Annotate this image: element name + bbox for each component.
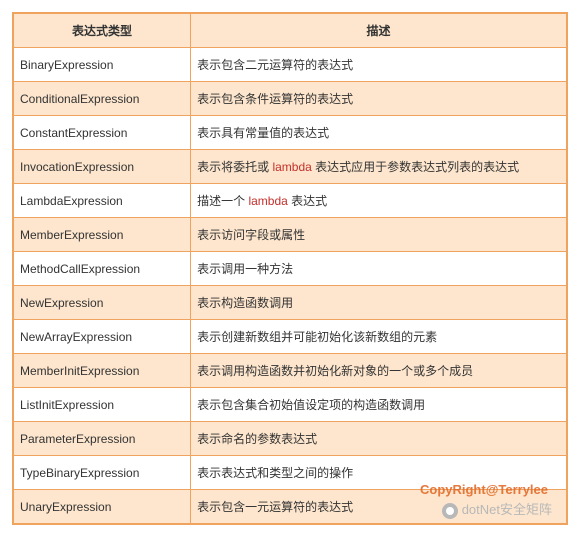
cell-expression-type: MethodCallExpression	[14, 252, 191, 286]
cell-description: 表示包含集合初始值设定项的构造函数调用	[191, 388, 566, 422]
desc-text: 表示命名的参数表达式	[197, 432, 317, 446]
cell-expression-type: ConstantExpression	[14, 116, 191, 150]
cell-expression-type: ListInitExpression	[14, 388, 191, 422]
copyright-watermark: CopyRight@Terrylee	[420, 482, 548, 497]
cell-expression-type: ParameterExpression	[14, 422, 191, 456]
desc-text: 表示包含集合初始值设定项的构造函数调用	[197, 398, 425, 412]
table-row: InvocationExpression表示将委托或 lambda 表达式应用于…	[14, 150, 566, 184]
table-row: BinaryExpression 表示包含二元运算符的表达式	[14, 48, 566, 82]
table-row: NewExpression 表示构造函数调用	[14, 286, 566, 320]
header-name: 表达式类型	[14, 14, 191, 48]
desc-text: 表示调用一种方法	[197, 262, 293, 276]
cell-description: 表示调用构造函数并初始化新对象的一个或多个成员	[191, 354, 566, 388]
desc-text: 表示包含条件运算符的表达式	[197, 92, 353, 106]
desc-text: 表示访问字段或属性	[197, 228, 305, 242]
table-row: ConstantExpression 表示具有常量值的表达式	[14, 116, 566, 150]
desc-text: 表示调用构造函数并初始化新对象的一个或多个成员	[197, 364, 473, 378]
desc-text: 表示创建新数组并可能初始化该新数组的元素	[197, 330, 437, 344]
wechat-icon	[442, 503, 458, 519]
cell-expression-type: InvocationExpression	[14, 150, 191, 184]
cell-description: 表示将委托或 lambda 表达式应用于参数表达式列表的表达式	[191, 150, 566, 184]
desc-text-post: 表达式应用于参数表达式列表的表达式	[312, 160, 519, 174]
header-desc: 描述	[191, 14, 566, 48]
cell-expression-type: LambdaExpression	[14, 184, 191, 218]
table-row: ConditionalExpression 表示包含条件运算符的表达式	[14, 82, 566, 116]
channel-watermark: dotNet安全矩阵	[442, 499, 552, 519]
cell-expression-type: ConditionalExpression	[14, 82, 191, 116]
desc-text: 表示包含一元运算符的表达式	[197, 500, 353, 514]
cell-description: 描述一个 lambda 表达式	[191, 184, 566, 218]
cell-description: 表示调用一种方法	[191, 252, 566, 286]
cell-expression-type: MemberInitExpression	[14, 354, 191, 388]
table-row: MethodCallExpression 表示调用一种方法	[14, 252, 566, 286]
cell-description: 表示包含二元运算符的表达式	[191, 48, 566, 82]
cell-description: 表示命名的参数表达式	[191, 422, 566, 456]
desc-text: 表示将委托或	[197, 160, 272, 174]
table-row: ListInitExpression 表示包含集合初始值设定项的构造函数调用	[14, 388, 566, 422]
desc-text: 表示具有常量值的表达式	[197, 126, 329, 140]
expression-type-table-wrap: 表达式类型 描述 BinaryExpression 表示包含二元运算符的表达式 Co…	[12, 12, 568, 525]
cell-expression-type: TypeBinaryExpression	[14, 456, 191, 490]
expression-type-table: 表达式类型 描述 BinaryExpression 表示包含二元运算符的表达式 Co…	[14, 14, 566, 523]
cell-expression-type: NewArrayExpression	[14, 320, 191, 354]
desc-latin: lambda	[272, 160, 311, 174]
desc-text: 描述一个	[197, 194, 248, 208]
cell-description: 表示构造函数调用	[191, 286, 566, 320]
cell-expression-type: MemberExpression	[14, 218, 191, 252]
table-row: MemberExpression 表示访问字段或属性	[14, 218, 566, 252]
desc-text: 表示构造函数调用	[197, 296, 293, 310]
table-row: MemberInitExpression 表示调用构造函数并初始化新对象的一个或多…	[14, 354, 566, 388]
channel-name: dotNet安全矩阵	[462, 502, 552, 517]
desc-latin: lambda	[248, 194, 287, 208]
cell-description: 表示访问字段或属性	[191, 218, 566, 252]
cell-expression-type: BinaryExpression	[14, 48, 191, 82]
cell-description: 表示包含条件运算符的表达式	[191, 82, 566, 116]
desc-text: 表示表达式和类型之间的操作	[197, 466, 353, 480]
desc-text: 表示包含二元运算符的表达式	[197, 58, 353, 72]
desc-text-post: 表达式	[288, 194, 327, 208]
table-header-row: 表达式类型 描述	[14, 14, 566, 48]
table-row: NewArrayExpression 表示创建新数组并可能初始化该新数组的元素	[14, 320, 566, 354]
cell-expression-type: NewExpression	[14, 286, 191, 320]
table-row: LambdaExpression描述一个 lambda 表达式	[14, 184, 566, 218]
table-row: ParameterExpression 表示命名的参数表达式	[14, 422, 566, 456]
cell-description: 表示具有常量值的表达式	[191, 116, 566, 150]
cell-expression-type: UnaryExpression	[14, 490, 191, 524]
cell-description: 表示创建新数组并可能初始化该新数组的元素	[191, 320, 566, 354]
